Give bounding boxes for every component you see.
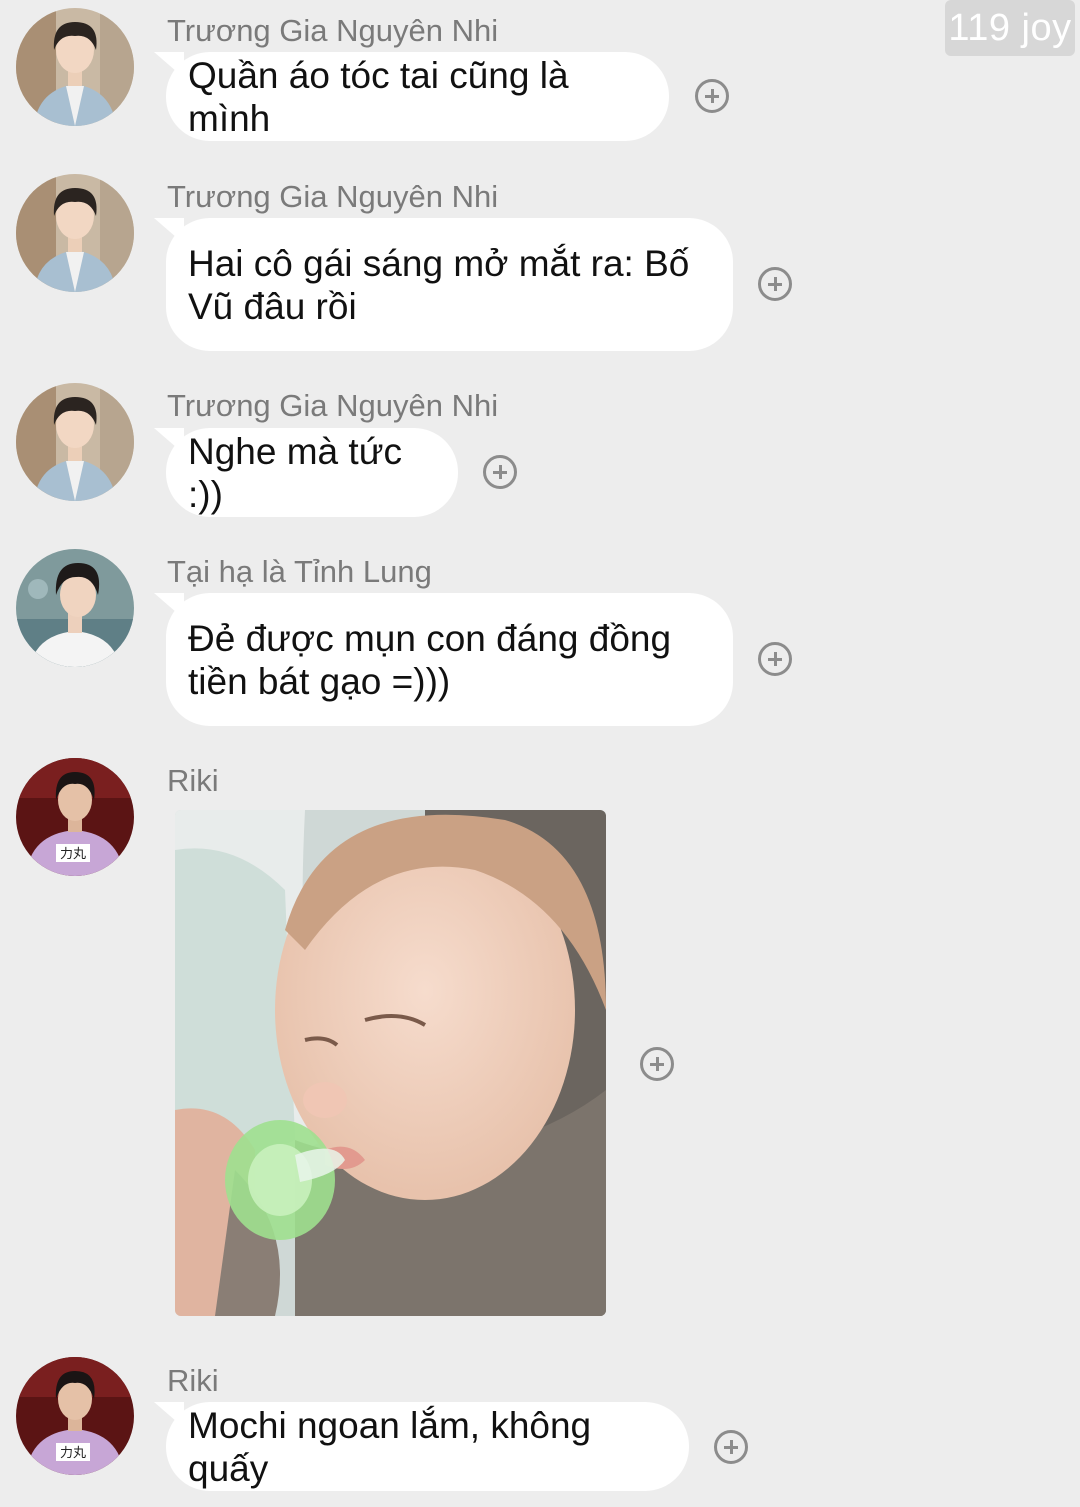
sender-name: Trương Gia Nguyên Nhi xyxy=(167,13,499,48)
message-text: Hai cô gái sáng mở mắt ra: Bố Vũ đâu rồi xyxy=(188,242,689,328)
avatar[interactable] xyxy=(16,174,134,292)
svg-text:力丸: 力丸 xyxy=(60,1446,86,1461)
message-bubble[interactable]: Quần áo tóc tai cũng là mình xyxy=(166,52,669,141)
message-line: tiền bát gạo =))) xyxy=(188,660,451,702)
plus-circle-icon[interactable] xyxy=(640,1047,674,1081)
avatar[interactable] xyxy=(16,549,134,667)
watermark-label: 119 joy xyxy=(945,0,1075,56)
plus-circle-icon[interactable] xyxy=(758,642,792,676)
message-bubble[interactable]: Đẻ được mụn con đáng đồng tiền bát gạo =… xyxy=(166,593,733,726)
sleeping-baby-photo[interactable] xyxy=(175,810,606,1316)
message-line: Hai cô gái sáng mở mắt ra: Bố xyxy=(188,242,690,284)
sender-name: Trương Gia Nguyên Nhi xyxy=(167,179,499,214)
sender-name: Riki xyxy=(167,1363,219,1398)
message-bubble[interactable]: Hai cô gái sáng mở mắt ra: Bố Vũ đâu rồi xyxy=(166,218,733,351)
avatar[interactable]: 力丸 xyxy=(16,1357,134,1475)
message-bubble[interactable]: Mochi ngoan lắm, không quấy xyxy=(166,1402,689,1491)
avatar[interactable]: 力丸 xyxy=(16,758,134,876)
message-line: Vũ đâu rồi xyxy=(188,285,357,327)
sender-name: Tại hạ là Tỉnh Lung xyxy=(167,554,432,589)
sender-name: Trương Gia Nguyên Nhi xyxy=(167,388,499,423)
avatar[interactable] xyxy=(16,8,134,126)
svg-text:力丸: 力丸 xyxy=(60,847,86,862)
message-text: Mochi ngoan lắm, không quấy xyxy=(188,1404,592,1489)
plus-circle-icon[interactable] xyxy=(758,267,792,301)
message-bubble[interactable]: Nghe mà tức :)) xyxy=(166,428,458,517)
avatar[interactable] xyxy=(16,383,134,501)
message-text: Đẻ được mụn con đáng đồng tiền bát gạo =… xyxy=(188,617,671,703)
message-text: Nghe mà tức :)) xyxy=(188,430,402,515)
plus-circle-icon[interactable] xyxy=(483,455,517,489)
sender-name: Riki xyxy=(167,763,219,798)
plus-circle-icon[interactable] xyxy=(695,79,729,113)
plus-circle-icon[interactable] xyxy=(714,1430,748,1464)
message-text: Quần áo tóc tai cũng là mình xyxy=(188,54,569,139)
message-line: Đẻ được mụn con đáng đồng xyxy=(188,617,672,659)
